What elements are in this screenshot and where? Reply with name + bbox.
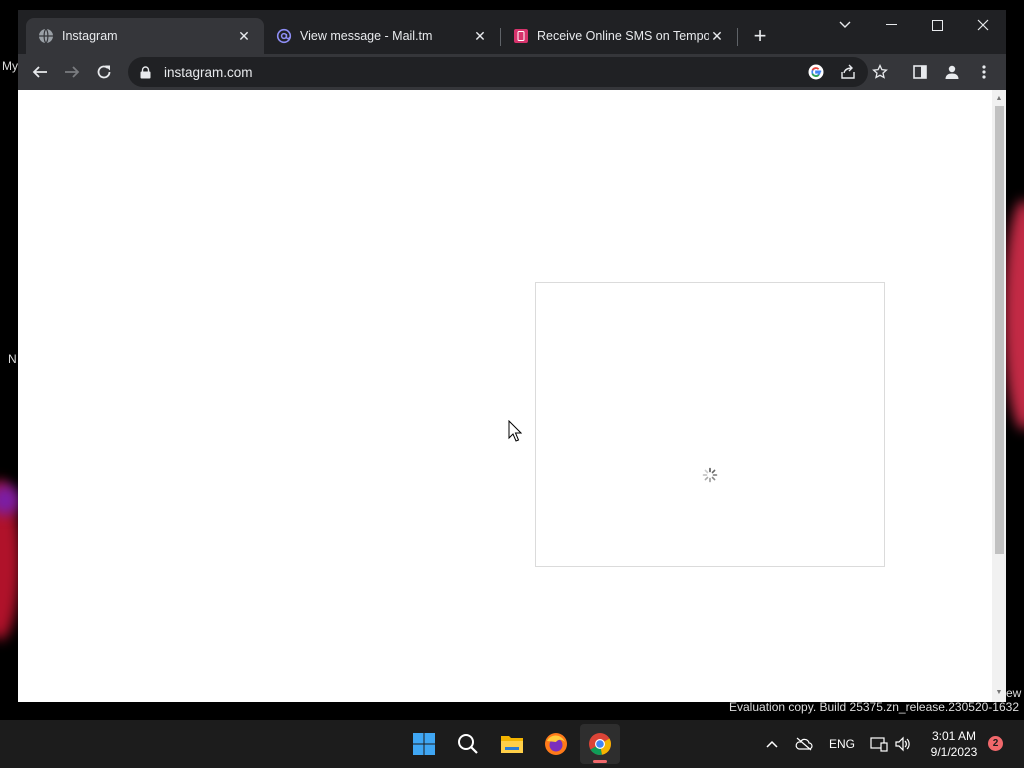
- minimize-button[interactable]: [868, 10, 914, 40]
- more-vertical-icon: [982, 65, 986, 79]
- maximize-icon: [931, 19, 943, 31]
- side-panel-icon: [913, 65, 927, 79]
- google-icon: [808, 64, 824, 80]
- profile-button[interactable]: [938, 58, 966, 86]
- side-panel-button[interactable]: [906, 58, 934, 86]
- search-button[interactable]: [448, 724, 488, 764]
- loading-spinner-icon: [702, 467, 718, 483]
- page-content: [18, 90, 992, 702]
- chrome-icon: [589, 733, 611, 755]
- tab-title: Receive Online SMS on Tempora: [537, 29, 709, 43]
- scroll-down-icon[interactable]: ▼: [995, 688, 1003, 696]
- new-tab-button[interactable]: +: [748, 23, 772, 48]
- back-button[interactable]: [26, 58, 54, 86]
- notification-badge[interactable]: 2: [988, 736, 1003, 751]
- scroll-up-icon[interactable]: ▲: [995, 94, 1003, 102]
- network-icon: [870, 737, 888, 752]
- lock-icon: [140, 65, 154, 79]
- tab-title: Instagram: [62, 29, 118, 43]
- arrow-right-icon: [65, 66, 80, 78]
- clock-date: 9/1/2023: [930, 745, 978, 759]
- wallpaper-glow: [0, 485, 20, 515]
- tab-strip: Instagram ✕ View message - Mail.tm ✕ Rec…: [18, 10, 1006, 54]
- browser-toolbar: instagram.com: [18, 54, 1006, 90]
- chrome-button[interactable]: [580, 724, 620, 764]
- tab-search-button[interactable]: [822, 10, 868, 40]
- start-icon: [413, 733, 435, 755]
- clock-time: 3:01 AM: [931, 729, 977, 743]
- cloud-offline-icon: [795, 737, 813, 751]
- login-box: [535, 282, 885, 567]
- taskbar: ENG 3:01 AM 9/1/2023 2: [0, 720, 1024, 768]
- reload-icon: [97, 65, 111, 79]
- globe-icon: [38, 28, 54, 44]
- profile-icon: [945, 65, 959, 79]
- scrollbar-thumb[interactable]: [995, 106, 1004, 554]
- desktop-label: ew: [1006, 686, 1022, 700]
- mouse-cursor-icon: [508, 420, 522, 442]
- file-explorer-button[interactable]: [492, 724, 532, 764]
- minimize-icon: [885, 24, 897, 25]
- firefox-button[interactable]: [536, 724, 576, 764]
- tab-title: View message - Mail.tm: [300, 29, 433, 43]
- firefox-icon: [545, 733, 567, 755]
- chevron-down-icon: [839, 21, 851, 28]
- address-url: instagram.com: [164, 64, 253, 80]
- maximize-button[interactable]: [914, 10, 960, 40]
- share-button[interactable]: [837, 61, 859, 83]
- file-explorer-icon: [501, 736, 523, 753]
- onedrive-button[interactable]: [792, 732, 816, 756]
- menu-button[interactable]: [970, 58, 998, 86]
- bookmark-button[interactable]: [869, 61, 891, 83]
- close-window-button[interactable]: [960, 10, 1006, 40]
- network-button[interactable]: [868, 732, 890, 756]
- tab-instagram[interactable]: Instagram ✕: [26, 18, 264, 54]
- close-icon: [977, 19, 989, 31]
- start-button[interactable]: [404, 724, 444, 764]
- forward-button[interactable]: [58, 58, 86, 86]
- browser-window: Instagram ✕ View message - Mail.tm ✕ Rec…: [18, 10, 1006, 702]
- close-tab-icon[interactable]: ✕: [236, 28, 252, 44]
- desktop-label: My: [2, 59, 18, 73]
- share-icon: [841, 64, 855, 79]
- tab-separator: [737, 28, 738, 46]
- reload-button[interactable]: [90, 58, 118, 86]
- language-indicator[interactable]: ENG: [826, 732, 858, 756]
- tab-mail[interactable]: View message - Mail.tm ✕: [264, 18, 500, 54]
- volume-button[interactable]: [892, 732, 914, 756]
- active-app-indicator: [593, 760, 607, 763]
- system-clock[interactable]: 3:01 AM 9/1/2023: [920, 728, 988, 760]
- star-icon: [872, 64, 888, 79]
- google-lens-button[interactable]: [805, 61, 827, 83]
- arrow-left-icon: [32, 66, 47, 78]
- show-hidden-icons-button[interactable]: [762, 732, 782, 756]
- desktop-label: N: [8, 352, 17, 366]
- speaker-icon: [895, 736, 910, 752]
- vertical-scrollbar[interactable]: ▲ ▼: [992, 90, 1006, 702]
- close-tab-icon[interactable]: ✕: [472, 28, 488, 44]
- wallpaper-glow: [1004, 200, 1024, 430]
- close-tab-icon[interactable]: ✕: [709, 28, 725, 44]
- search-icon: [458, 734, 478, 754]
- address-bar[interactable]: instagram.com: [128, 57, 888, 87]
- evaluation-watermark: Evaluation copy. Build 25375.zn_release.…: [729, 700, 1019, 714]
- tab-sms[interactable]: Receive Online SMS on Tempora ✕: [501, 18, 737, 54]
- sms-site-icon: [513, 28, 529, 44]
- at-sign-icon: [276, 28, 292, 44]
- chevron-up-icon: [766, 740, 778, 748]
